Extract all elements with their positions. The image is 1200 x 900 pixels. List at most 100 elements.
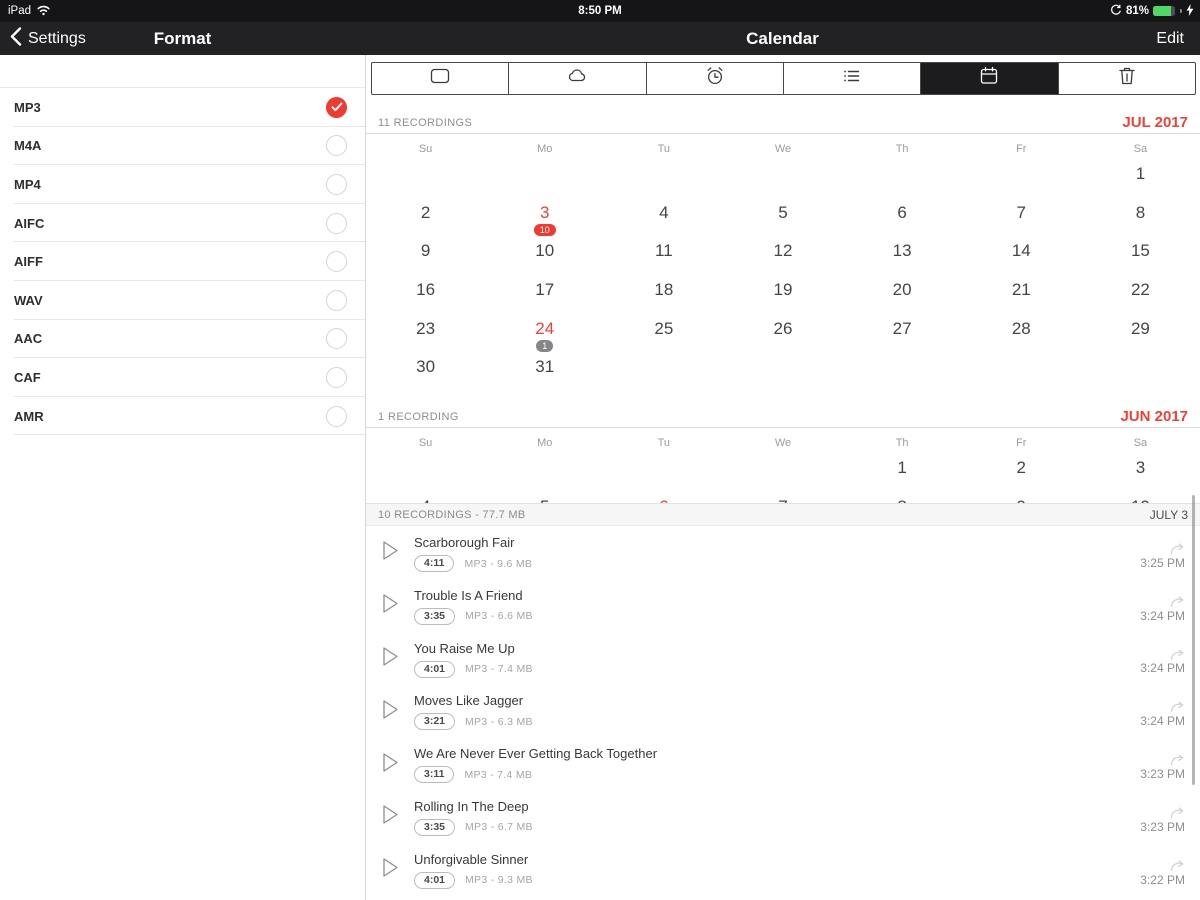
radio-checked-icon[interactable] <box>326 97 347 118</box>
calendar-day[interactable]: 310 <box>485 202 604 241</box>
format-option-m4a[interactable]: M4A <box>0 127 365 166</box>
day-number: 6 <box>897 203 906 223</box>
play-icon[interactable] <box>382 540 399 566</box>
calendar-day[interactable]: 241 <box>485 318 604 357</box>
calendar-day[interactable]: 30 <box>366 356 485 395</box>
radio-unchecked-icon[interactable] <box>326 135 347 156</box>
calendar-day[interactable]: 20 <box>843 279 962 318</box>
calendar-day[interactable]: 10 <box>485 240 604 279</box>
calendar-day[interactable]: 7 <box>962 202 1081 241</box>
format-option-aifc[interactable]: AIFC <box>0 204 365 243</box>
format-option-mp4[interactable]: MP4 <box>0 165 365 204</box>
recording-row[interactable]: Rolling In The Deep3:35MP3 - 6.7 MB3:23 … <box>366 790 1200 843</box>
recording-row[interactable]: Moves Like Jagger3:21MP3 - 6.3 MB3:24 PM <box>366 684 1200 737</box>
day-number: 9 <box>421 241 430 261</box>
play-icon[interactable] <box>382 752 399 778</box>
calendar-day[interactable]: 1 <box>843 457 962 496</box>
calendar-day[interactable]: 15 <box>1081 240 1200 279</box>
format-option-aac[interactable]: AAC <box>0 320 365 359</box>
play-icon[interactable] <box>382 857 399 883</box>
play-icon[interactable] <box>382 804 399 830</box>
recordings-header: 10 RECORDINGS - 77.7 MB JULY 3 <box>366 503 1200 526</box>
calendar-day[interactable]: 25 <box>604 318 723 357</box>
calendar-day[interactable]: 26 <box>723 318 842 357</box>
calendar-day[interactable]: 2 <box>366 202 485 241</box>
calendar-day[interactable]: 8 <box>1081 202 1200 241</box>
calendar-day[interactable]: 21 <box>962 279 1081 318</box>
calendar-day <box>962 163 1081 202</box>
calendar-day[interactable]: 16 <box>366 279 485 318</box>
day-number: 12 <box>774 241 793 261</box>
calendar-day[interactable]: 12 <box>723 240 842 279</box>
play-icon[interactable] <box>382 646 399 672</box>
toolbar-segment-calendar[interactable] <box>920 63 1057 94</box>
calendar-day[interactable]: 27 <box>843 318 962 357</box>
recording-row[interactable]: Unforgivable Sinner4:01MP3 - 9.3 MB3:22 … <box>366 843 1200 896</box>
calendar-day <box>604 163 723 202</box>
calendar-day[interactable]: 4 <box>604 202 723 241</box>
format-option-label: MP4 <box>14 177 41 192</box>
calendar-day <box>485 457 604 496</box>
calendar-day[interactable]: 19 <box>723 279 842 318</box>
format-option-amr[interactable]: AMR <box>0 397 365 436</box>
calendar-day[interactable]: 6 <box>843 202 962 241</box>
recordings-date-label: JULY 3 <box>1150 508 1188 522</box>
play-icon[interactable] <box>382 699 399 725</box>
duration-badge: 4:01 <box>414 661 455 678</box>
day-number: 15 <box>1131 241 1150 261</box>
format-option-label: M4A <box>14 138 41 153</box>
recording-time: 3:22 PM <box>1140 873 1185 887</box>
day-number: 2 <box>1017 458 1026 478</box>
radio-unchecked-icon[interactable] <box>326 406 347 427</box>
calendar-day[interactable]: 22 <box>1081 279 1200 318</box>
calendar-day[interactable]: 28 <box>962 318 1081 357</box>
radio-unchecked-icon[interactable] <box>326 174 347 195</box>
week-row: 1 2 3 <box>366 457 1200 496</box>
recording-row[interactable]: You Raise Me Up4:01MP3 - 7.4 MB3:24 PM <box>366 632 1200 685</box>
calendar-day[interactable]: 13 <box>843 240 962 279</box>
calendar-day[interactable]: 3 <box>1081 457 1200 496</box>
day-number: 2 <box>421 203 430 223</box>
calendar-day[interactable]: 2 <box>962 457 1081 496</box>
calendar-day[interactable]: 9 <box>366 240 485 279</box>
radio-unchecked-icon[interactable] <box>326 251 347 272</box>
format-option-mp3[interactable]: MP3 <box>0 88 365 127</box>
calendar-day[interactable]: 29 <box>1081 318 1200 357</box>
calendar-day[interactable]: 5 <box>723 202 842 241</box>
recording-row[interactable]: We Are Never Ever Getting Back Together3… <box>366 737 1200 790</box>
recording-row[interactable]: Scarborough Fair4:11MP3 - 9.6 MB3:25 PM <box>366 526 1200 579</box>
format-option-caf[interactable]: CAF <box>0 358 365 397</box>
edit-button[interactable]: Edit <box>1156 22 1184 55</box>
format-option-aiff[interactable]: AIFF <box>0 242 365 281</box>
calendar-day[interactable]: 23 <box>366 318 485 357</box>
toolbar-segment-list[interactable] <box>783 63 920 94</box>
recording-meta: MP3 - 6.7 MB <box>465 821 533 833</box>
calendar-day[interactable]: 11 <box>604 240 723 279</box>
day-number: 20 <box>893 280 912 300</box>
day-number: 31 <box>535 357 554 377</box>
day-number: 19 <box>774 280 793 300</box>
toolbar-segment-trash[interactable] <box>1058 63 1195 94</box>
day-number: 24 <box>535 319 554 339</box>
calendar-day[interactable]: 14 <box>962 240 1081 279</box>
radio-unchecked-icon[interactable] <box>326 213 347 234</box>
calendar-day <box>962 356 1081 395</box>
scrollbar[interactable] <box>1192 495 1195 785</box>
back-button[interactable]: Settings <box>10 22 86 55</box>
calendar-day[interactable]: 31 <box>485 356 604 395</box>
format-option-wav[interactable]: WAV <box>0 281 365 320</box>
calendar-day[interactable]: 1 <box>1081 163 1200 202</box>
toolbar-segment-card[interactable] <box>372 63 508 94</box>
radio-unchecked-icon[interactable] <box>326 290 347 311</box>
radio-unchecked-icon[interactable] <box>326 367 347 388</box>
weekday-label: Mo <box>485 437 604 449</box>
toolbar-segment-cloud[interactable] <box>508 63 645 94</box>
radio-unchecked-icon[interactable] <box>326 328 347 349</box>
format-option-label: AAC <box>14 331 42 346</box>
toolbar-segment-alarm[interactable] <box>646 63 783 94</box>
play-icon[interactable] <box>382 593 399 619</box>
calendar-day[interactable]: 18 <box>604 279 723 318</box>
recording-row[interactable]: Trouble Is A Friend3:35MP3 - 6.6 MB3:24 … <box>366 579 1200 632</box>
day-number: 3 <box>1136 458 1145 478</box>
calendar-day[interactable]: 17 <box>485 279 604 318</box>
